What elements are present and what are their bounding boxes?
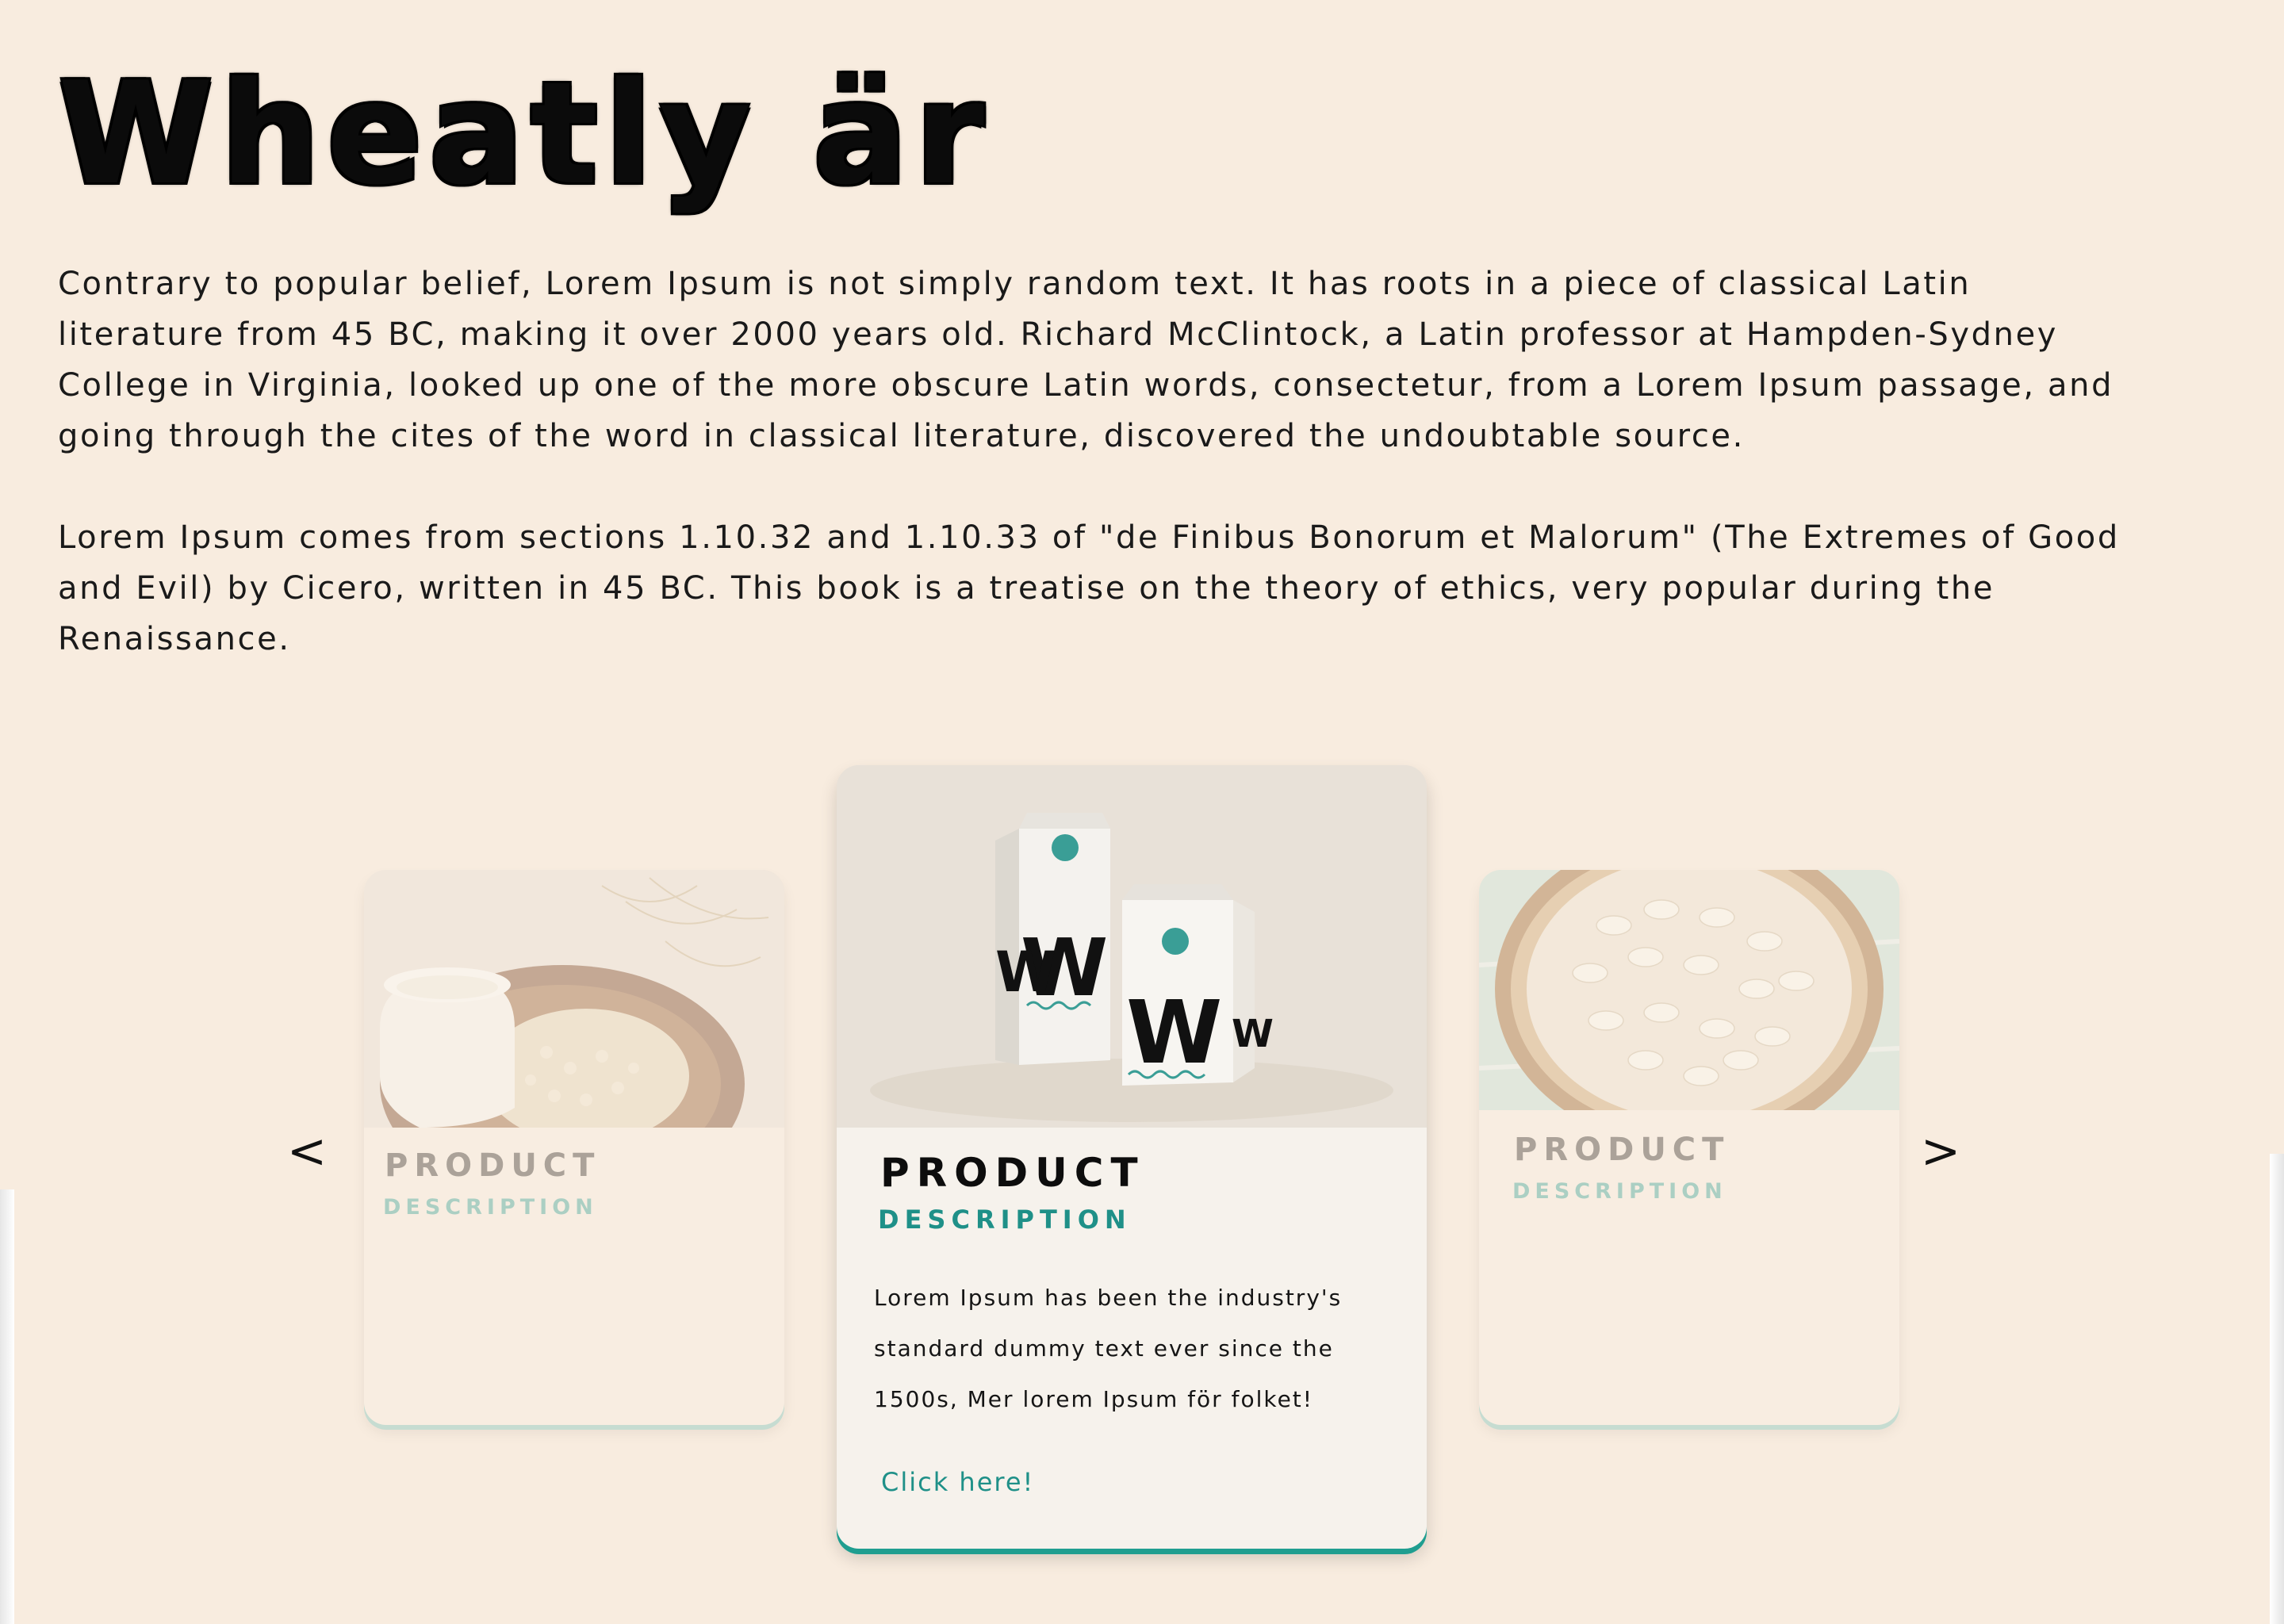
- chevron-left-icon: <: [286, 1124, 328, 1179]
- chevron-right-icon: >: [1920, 1124, 1961, 1179]
- product-card-subtitle: DESCRIPTION: [878, 1205, 1132, 1235]
- oat-flakes-bowl-image: [1479, 870, 1899, 1110]
- svg-text:W: W: [995, 940, 1056, 1005]
- product-card-link[interactable]: Click here!: [881, 1467, 1034, 1497]
- page-edge-left: [0, 1189, 14, 1624]
- product-image: W W W W: [837, 765, 1427, 1128]
- product-image: [364, 870, 784, 1128]
- product-image: [1479, 870, 1899, 1110]
- product-card-title: PRODUCT: [385, 1147, 601, 1184]
- intro-text: Contrary to popular belief, Lorem Ipsum …: [58, 259, 2136, 665]
- product-card[interactable]: PRODUCT DESCRIPTION: [364, 870, 784, 1425]
- product-card[interactable]: PRODUCT DESCRIPTION: [1479, 870, 1899, 1425]
- wheatly-milk-cartons-image: W W W W: [837, 765, 1427, 1128]
- hero-title: Wheatly är: [58, 52, 991, 216]
- milk-jug-and-oats-image: [364, 870, 784, 1128]
- carousel-next-button[interactable]: >: [1913, 1120, 1968, 1183]
- product-card-subtitle: DESCRIPTION: [383, 1195, 598, 1220]
- product-card-subtitle: DESCRIPTION: [1512, 1179, 1727, 1204]
- svg-text:W: W: [1126, 982, 1222, 1083]
- product-card-description: Lorem Ipsum has been the industry's stan…: [874, 1285, 1343, 1412]
- product-card-active[interactable]: W W W W PRODUCT DESCRIPTION Lorem Ipsum …: [837, 765, 1427, 1549]
- intro-paragraph: Contrary to popular belief, Lorem Ipsum …: [58, 266, 2114, 454]
- carousel-prev-button[interactable]: <: [279, 1120, 335, 1183]
- product-carousel: < PRODUCT DESCRIPTION W W W W PRODUCT DE…: [0, 0, 2284, 1624]
- page-edge-right: [2270, 1154, 2284, 1624]
- product-card-title: PRODUCT: [1514, 1132, 1730, 1168]
- product-card-title: PRODUCT: [880, 1150, 1145, 1196]
- intro-paragraph: Lorem Ipsum comes from sections 1.10.32 …: [58, 519, 2120, 657]
- svg-text:W: W: [1232, 1012, 1274, 1056]
